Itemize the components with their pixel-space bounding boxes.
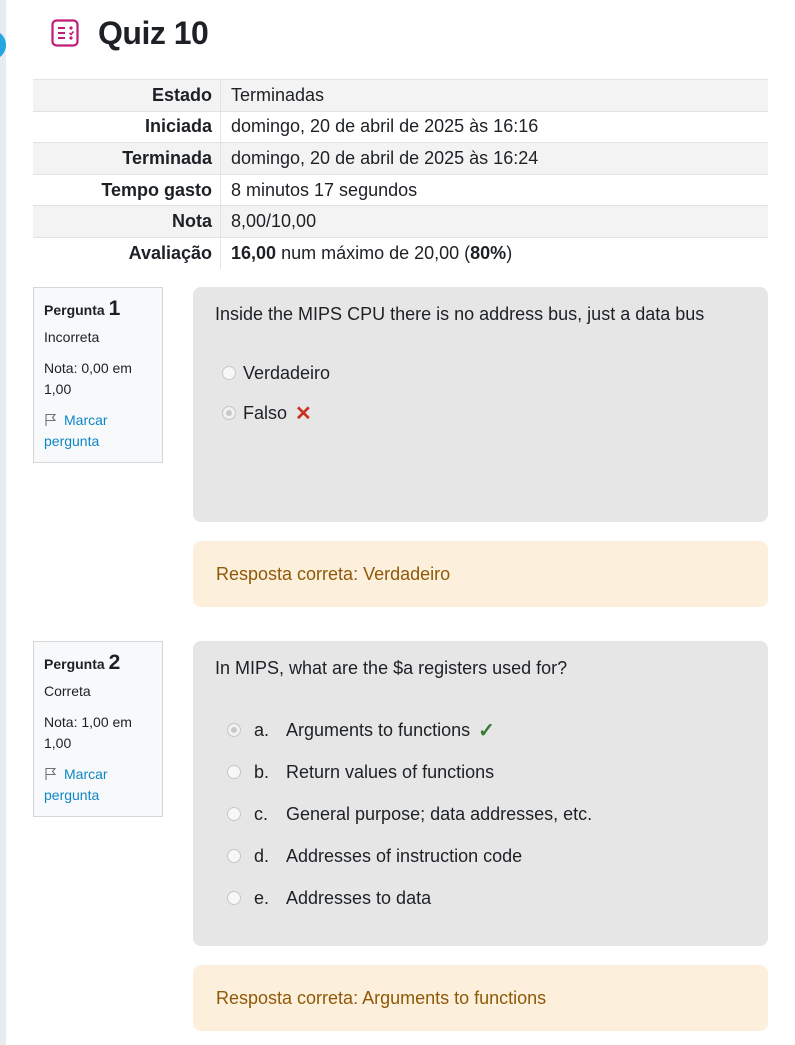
correct-answer-text: Resposta correta: Verdadeiro xyxy=(216,563,451,584)
question-2-feedback: Resposta correta: Arguments to functions xyxy=(193,965,768,1031)
question-2-content: In MIPS, what are the $a registers used … xyxy=(193,641,768,946)
answer-option[interactable]: a. Arguments to functions ✓ xyxy=(215,709,746,751)
question-label: Pergunta xyxy=(44,656,105,672)
answer-letter: c. xyxy=(254,803,269,824)
question-grade: Nota: 1,00 em 1,00 xyxy=(44,714,132,751)
flag-icon xyxy=(45,413,57,426)
summary-label: Terminada xyxy=(33,142,221,175)
answer-label: Arguments to functions xyxy=(286,719,471,740)
answer-letter: d. xyxy=(254,845,270,866)
question-1-info: Pergunta 1 Incorreta Nota: 0,00 em 1,00 … xyxy=(33,287,163,463)
summary-label: Avaliação xyxy=(33,236,221,270)
attempt-summary-table: Estado Terminadas Iniciada domingo, 20 d… xyxy=(33,79,768,270)
summary-row-duration: Tempo gasto 8 minutos 17 segundos xyxy=(33,173,768,206)
grade-text-end: ) xyxy=(506,243,513,264)
correct-answer-text: Resposta correta: Arguments to functions xyxy=(216,987,547,1008)
summary-value: 8 minutos 17 segundos xyxy=(220,173,768,206)
answer-letter: b. xyxy=(254,761,270,782)
correct-icon: ✓ xyxy=(478,719,495,742)
incorrect-icon: ✕ xyxy=(295,402,312,425)
page-title: Quiz 10 xyxy=(98,14,209,51)
summary-row-completed: Terminada domingo, 20 de abril de 2025 à… xyxy=(33,142,768,175)
question-2-info: Pergunta 2 Correta Nota: 1,00 em 1,00 Ma… xyxy=(33,641,163,817)
quiz-icon xyxy=(51,19,79,47)
answer-option[interactable]: d. Addresses of instruction code xyxy=(215,835,746,877)
answer-label: General purpose; data addresses, etc. xyxy=(286,803,593,824)
answer-label: Return values of functions xyxy=(286,761,495,782)
flag-question-link[interactable]: Marcar pergunta xyxy=(44,410,162,452)
summary-label: Iniciada xyxy=(33,110,221,143)
question-num: 2 xyxy=(108,651,121,674)
summary-row-marks: Nota 8,00/10,00 xyxy=(33,205,768,238)
flag-question-link[interactable]: Marcar pergunta xyxy=(44,764,162,806)
answer-label: Addresses to data xyxy=(286,887,432,908)
answer-option[interactable]: e. Addresses to data xyxy=(215,877,746,919)
summary-label: Estado xyxy=(33,79,221,112)
answer-option[interactable]: Verdadeiro xyxy=(215,353,746,393)
answer-option[interactable]: c. General purpose; data addresses, etc. xyxy=(215,793,746,835)
answer-label: Verdadeiro xyxy=(243,362,331,383)
grade-percent: 80% xyxy=(470,243,507,264)
question-number: Pergunta 1 xyxy=(44,298,162,321)
summary-value: domingo, 20 de abril de 2025 às 16:24 xyxy=(220,142,768,175)
summary-row-started: Iniciada domingo, 20 de abril de 2025 às… xyxy=(33,110,768,143)
question-state: Incorreta xyxy=(44,329,100,345)
radio-button[interactable] xyxy=(227,765,241,779)
page-left-edge xyxy=(0,0,6,1045)
answer-options: a. Arguments to functions ✓ b. Return va… xyxy=(215,709,746,919)
radio-button[interactable] xyxy=(227,807,241,821)
question-label: Pergunta xyxy=(44,302,105,318)
radio-button-selected[interactable] xyxy=(227,723,241,737)
summary-value: Terminadas xyxy=(220,79,768,112)
question-state: Correta xyxy=(44,683,91,699)
summary-value: domingo, 20 de abril de 2025 às 16:16 xyxy=(220,110,768,143)
answer-label: Addresses of instruction code xyxy=(286,845,523,866)
radio-button-selected[interactable] xyxy=(222,406,236,420)
question-number: Pergunta 2 xyxy=(44,652,162,675)
answer-option[interactable]: Falso ✕ xyxy=(215,393,746,433)
summary-row-grade: Avaliação 16,00 num máximo de 20,00 (80%… xyxy=(33,236,768,270)
question-text: Inside the MIPS CPU there is no address … xyxy=(215,304,705,324)
answer-label: Falso xyxy=(243,402,288,423)
radio-button[interactable] xyxy=(227,891,241,905)
question-text: In MIPS, what are the $a registers used … xyxy=(215,658,568,678)
answer-letter: e. xyxy=(254,887,270,908)
answer-option[interactable]: b. Return values of functions xyxy=(215,751,746,793)
radio-button[interactable] xyxy=(222,366,236,380)
summary-value: 8,00/10,00 xyxy=(220,205,768,238)
flag-icon xyxy=(45,767,57,780)
question-1-content: Inside the MIPS CPU there is no address … xyxy=(193,287,768,522)
page-header: Quiz 10 xyxy=(50,12,209,54)
radio-button[interactable] xyxy=(227,849,241,863)
answer-letter: a. xyxy=(254,719,270,740)
grade-text: num máximo de 20,00 ( xyxy=(281,243,471,264)
grade-value: 16,00 xyxy=(231,243,277,264)
question-1-feedback: Resposta correta: Verdadeiro xyxy=(193,541,768,607)
question-grade: Nota: 0,00 em 1,00 xyxy=(44,360,132,397)
summary-row-state: Estado Terminadas xyxy=(33,79,768,112)
summary-label: Tempo gasto xyxy=(33,173,221,206)
question-num: 1 xyxy=(108,297,121,320)
answer-options: Verdadeiro Falso ✕ xyxy=(215,353,746,433)
summary-label: Nota xyxy=(33,205,221,238)
summary-value: 16,00 num máximo de 20,00 (80%) xyxy=(220,236,768,270)
